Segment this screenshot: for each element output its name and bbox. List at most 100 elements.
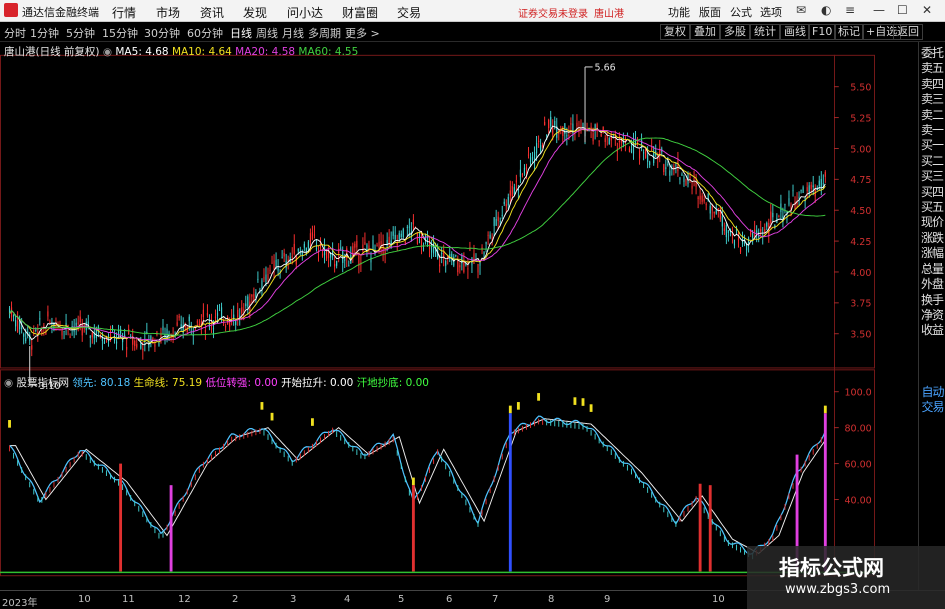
skin-icon[interactable]: ◐	[821, 3, 831, 17]
tab-trade[interactable]: 交易	[919, 400, 945, 415]
message-icon[interactable]: ✉	[796, 3, 806, 17]
candle-body	[257, 278, 259, 280]
multi-stock-button[interactable]: 多股	[720, 24, 750, 40]
candle-body	[521, 174, 524, 176]
indicator-name[interactable]: 股票指标网	[17, 377, 70, 389]
quote-tab-5[interactable]: 卖一	[919, 123, 945, 138]
adjust-button[interactable]: 复权	[660, 24, 690, 40]
menu-ask[interactable]: 问小达	[287, 4, 323, 21]
candle-body	[699, 195, 701, 200]
candle-body	[770, 211, 772, 223]
mark-button[interactable]: 标记	[834, 24, 864, 40]
settings-icon[interactable]: ◉	[103, 46, 116, 58]
candle-body	[91, 332, 93, 338]
period-1min[interactable]: 1分钟	[30, 25, 59, 41]
quote-tab-8[interactable]: 买三	[919, 169, 945, 184]
quote-tab-12[interactable]: 涨跌	[919, 231, 945, 246]
candle-body	[463, 261, 465, 272]
maximize-icon[interactable]: ☐	[897, 3, 908, 17]
quote-tab-0[interactable]: 委托	[919, 46, 945, 61]
menu-market[interactable]: 市场	[156, 4, 180, 21]
candle-body	[727, 230, 729, 233]
candle-body	[784, 204, 786, 206]
period-30min[interactable]: 30分钟	[144, 25, 180, 41]
menu-quotes[interactable]: 行情	[112, 4, 136, 21]
tab-auto[interactable]: 自动	[919, 385, 945, 400]
period-weekly[interactable]: 周线	[256, 25, 278, 41]
overlay-button[interactable]: 叠加	[690, 24, 720, 40]
period-monthly[interactable]: 月线	[282, 25, 304, 41]
menu-icon[interactable]: ≡	[845, 3, 855, 17]
candle-body	[128, 328, 130, 335]
quote-tab-14[interactable]: 总量	[919, 262, 945, 277]
quote-tab-2[interactable]: 卖四	[919, 77, 945, 92]
quote-tab-7[interactable]: 买二	[919, 154, 945, 169]
quote-tab-10[interactable]: 买五	[919, 200, 945, 215]
candle-body	[647, 155, 649, 162]
period-daily[interactable]: 日线	[230, 25, 252, 41]
candle-body	[356, 240, 358, 248]
f10-button[interactable]: F10	[808, 24, 837, 40]
quote-tab-9[interactable]: 买四	[919, 185, 945, 200]
candle-body	[802, 187, 804, 193]
stock-chart[interactable]: 5.50 5.25 5.00 4.75 4.50 4.25 4.00 3.75 3.50 100.…	[0, 42, 875, 590]
candle-body	[665, 167, 667, 169]
price-tick-label: 3.50	[850, 330, 871, 341]
candle-body	[370, 257, 372, 263]
candle-body	[792, 190, 794, 192]
quote-tab-18[interactable]: 收益	[919, 323, 945, 338]
menu-wealth[interactable]: 财富圈	[342, 4, 378, 21]
quote-tab-6[interactable]: 买一	[919, 138, 945, 153]
quote-tab-3[interactable]: 卖三	[919, 92, 945, 107]
quote-tab-1[interactable]: 卖五	[919, 61, 945, 76]
candle-body	[457, 260, 459, 273]
period-more[interactable]: 更多 >	[345, 25, 380, 41]
indicator-settings-icon[interactable]: ◉	[4, 377, 17, 389]
candle-body	[703, 199, 705, 202]
quote-tab-4[interactable]: 卖二	[919, 108, 945, 123]
indicator-tick-label: 100.0	[844, 388, 871, 399]
candle-body	[218, 309, 221, 311]
back-button[interactable]: 返回	[893, 24, 923, 40]
period-tick[interactable]: 分时	[4, 25, 26, 41]
stats-button[interactable]: 统计	[750, 24, 780, 40]
period-60min[interactable]: 60分钟	[187, 25, 223, 41]
menu-layout[interactable]: 版面	[699, 4, 721, 20]
menu-function[interactable]: 功能	[668, 4, 690, 20]
candle-body	[33, 330, 35, 332]
menu-trade[interactable]: 交易	[397, 4, 421, 21]
candle-body	[376, 244, 378, 247]
period-5min[interactable]: 5分钟	[66, 25, 95, 41]
candle-body	[348, 265, 350, 267]
candle-body	[303, 243, 305, 248]
menu-news[interactable]: 资讯	[200, 4, 224, 21]
close-icon[interactable]: ✕	[922, 3, 932, 17]
indicator-rise-start: 开始拉升: 0.00	[281, 377, 354, 389]
candle-body	[61, 327, 63, 336]
quote-tab-16[interactable]: 换手	[919, 293, 945, 308]
quote-tab-15[interactable]: 外盘	[919, 277, 945, 292]
quote-tab-11[interactable]: 现价	[919, 215, 945, 230]
draw-line-button[interactable]: 画线	[780, 24, 810, 40]
quote-panel: 委托 卖五 卖四 卖三 卖二 卖一 买一 买二 买三 买四 买五 现价 涨跌 涨幅 总量 外盘 换手 净资 收益 自…	[918, 42, 945, 590]
candle-body	[439, 264, 441, 267]
menu-discover[interactable]: 发现	[243, 4, 267, 21]
candle-body	[293, 243, 295, 254]
quote-tab-17[interactable]: 净资	[919, 308, 945, 323]
candle-body	[513, 187, 515, 194]
quote-tab-13[interactable]: 涨幅	[919, 246, 945, 261]
candle-body	[15, 320, 17, 327]
menu-formula[interactable]: 公式	[730, 4, 752, 20]
watermark-title: 指标公式网	[779, 556, 884, 580]
minimize-icon[interactable]: —	[873, 3, 885, 17]
period-multi[interactable]: 多周期	[308, 25, 341, 41]
candle-body	[77, 322, 79, 324]
yellow-signal	[516, 402, 520, 410]
menu-options[interactable]: 选项	[760, 4, 782, 20]
period-15min[interactable]: 15分钟	[102, 25, 138, 41]
trade-tabs: 自动 交易	[919, 385, 945, 416]
candle-body	[693, 178, 695, 180]
candle-body	[487, 234, 489, 236]
candle-body	[321, 253, 324, 256]
candle-body	[523, 167, 526, 174]
